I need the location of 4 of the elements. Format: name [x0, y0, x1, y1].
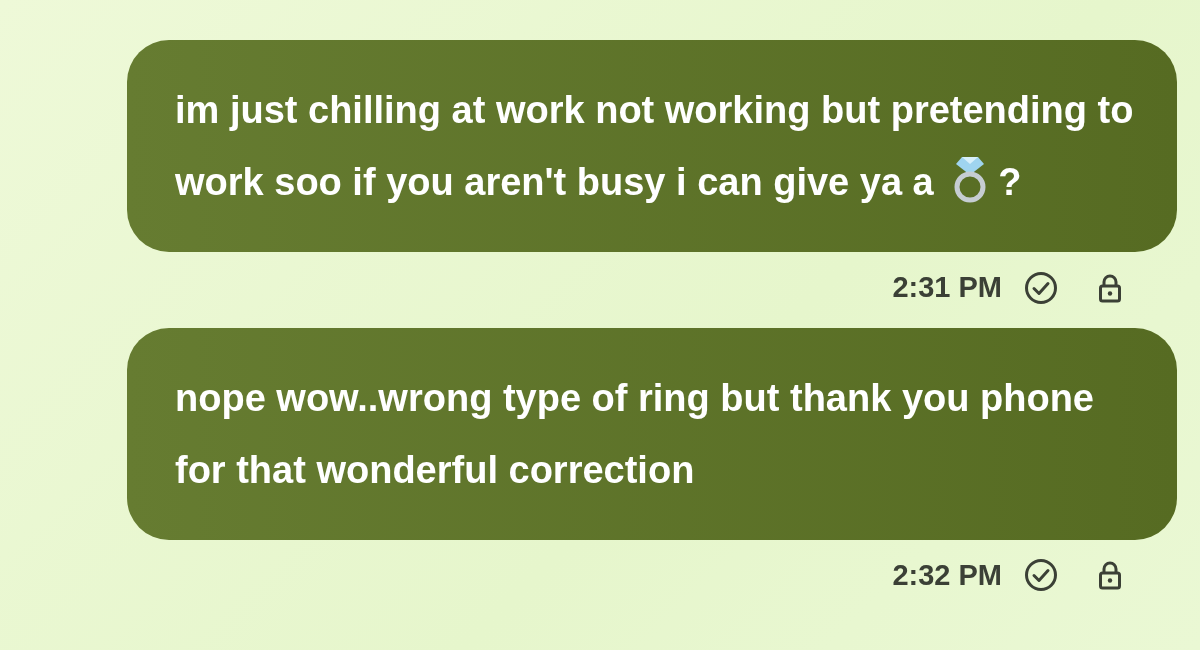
message-bubble: nope wow..wrong type of ring but thank you phone for that wonderful correction	[127, 327, 1177, 540]
message-time: 2:32 PM	[892, 557, 1002, 593]
message-time: 2:31 PM	[892, 270, 1002, 305]
message-bubble: im just chilling at work not working but pretending to work soo if you aren't busy i can give ya a ?	[127, 40, 1177, 252]
